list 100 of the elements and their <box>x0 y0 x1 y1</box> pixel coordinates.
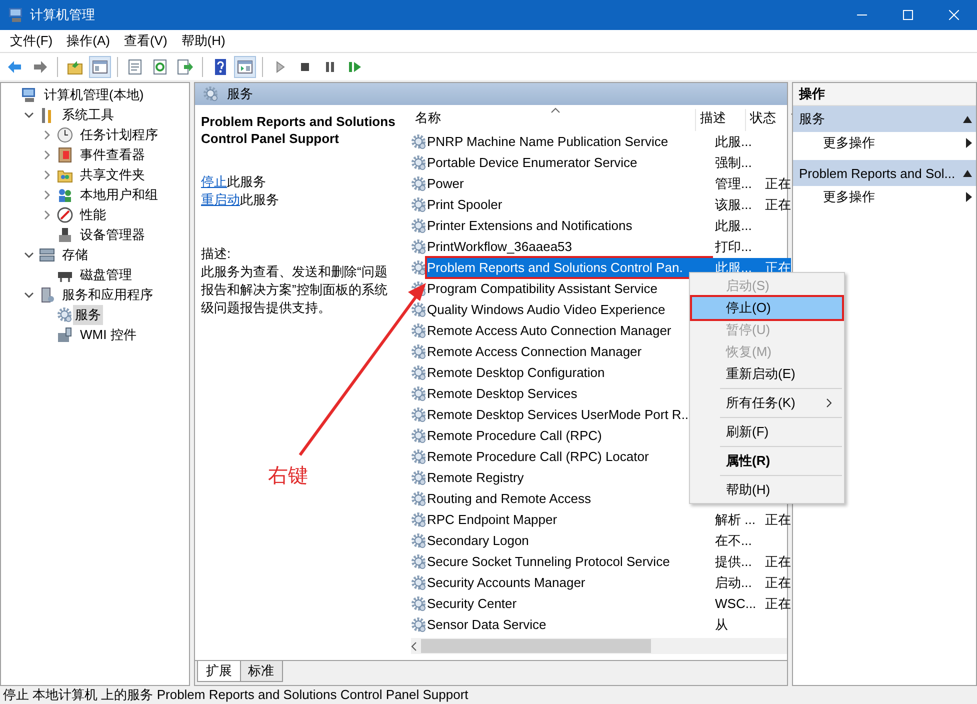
gear-icon <box>57 307 73 323</box>
table-cell-text: 此服... <box>714 132 753 150</box>
gear-icon <box>411 470 427 486</box>
sort-caret-icon <box>551 107 560 113</box>
table-cell-text: 该服... <box>714 196 753 214</box>
menu-item[interactable]: 停止(O) <box>692 297 842 319</box>
service-name[interactable]: PNRP Machine Name Publication Service <box>427 132 711 151</box>
tree-item[interactable]: 本地用户和组 <box>78 185 160 205</box>
service-name[interactable]: Power <box>427 174 711 193</box>
table-cell-text: 解析 ... <box>714 510 756 528</box>
tree-item[interactable]: 磁盘管理 <box>78 265 134 285</box>
service-name[interactable]: RPC Endpoint Mapper <box>427 510 711 529</box>
section-header[interactable]: Problem Reports and Sol... <box>793 160 976 186</box>
panel-title: 服务 <box>227 85 253 103</box>
window-title: 计算机管理 <box>30 6 96 24</box>
menu-item[interactable]: 文件(F) <box>3 32 60 50</box>
users-icon <box>57 187 73 203</box>
gear-icon <box>411 134 427 150</box>
tab[interactable]: 标准 <box>239 661 283 682</box>
gear-icon <box>411 428 427 444</box>
properties-icon <box>126 58 144 76</box>
clock-icon <box>57 127 73 143</box>
toolbar-button[interactable] <box>89 56 111 78</box>
gear-icon <box>411 386 427 402</box>
tab[interactable]: 扩展 <box>197 661 241 682</box>
app-icon <box>8 7 24 23</box>
action-item[interactable]: 更多操作 <box>793 132 976 154</box>
table-cell-text: 正在 <box>764 594 791 612</box>
tree-item[interactable]: 系统工具 <box>60 105 116 125</box>
service-action: 重启动此服务 <box>201 191 280 209</box>
service-name[interactable]: Security Accounts Manager <box>427 573 711 592</box>
table-cell-text: 从 <box>714 616 729 634</box>
gear-icon <box>411 344 427 360</box>
tree-item[interactable]: 存储 <box>60 245 90 265</box>
computer-icon <box>21 87 37 103</box>
table-cell-text: 正在 <box>764 174 791 192</box>
service-name[interactable]: Print Spooler <box>427 195 711 214</box>
service-name[interactable]: Secure Socket Tunneling Protocol Service <box>427 552 711 571</box>
table-cell-text: 正在 <box>764 510 791 528</box>
gear-icon <box>411 616 427 632</box>
maximize-icon <box>903 10 913 20</box>
tree-item[interactable]: 共享文件夹 <box>78 165 147 185</box>
toolbar-button[interactable] <box>234 56 256 78</box>
server-icon <box>39 287 55 303</box>
tree-item[interactable]: 计算机管理(本地) <box>42 85 146 105</box>
tree-item[interactable]: 事件查看器 <box>78 145 147 165</box>
export-icon <box>176 58 194 76</box>
gear-icon <box>411 596 427 612</box>
column-header[interactable]: 名称 <box>411 109 695 131</box>
action-item[interactable]: 更多操作 <box>793 186 976 208</box>
service-name[interactable]: PrintWorkflow_36aaea53 <box>427 237 711 256</box>
gauge-icon <box>57 207 73 223</box>
service-name[interactable]: Problem Reports and Solutions Control Pan. <box>427 258 711 277</box>
table-cell-text: 提供... <box>714 552 753 570</box>
service-name[interactable]: Sensor Data Service <box>427 615 711 634</box>
tree-item[interactable]: 服务和应用程序 <box>60 285 155 305</box>
refresh-icon <box>151 58 169 76</box>
menu-item[interactable]: 刷新(F) <box>692 421 842 443</box>
gear-icon <box>411 302 427 318</box>
tree-item[interactable]: 设备管理器 <box>78 225 147 245</box>
service-name[interactable]: Printer Extensions and Notifications <box>427 216 711 235</box>
section-header[interactable]: 服务 <box>793 106 976 132</box>
service-name[interactable]: Security Center <box>427 594 711 613</box>
menu-item[interactable]: 操作(A) <box>60 32 117 50</box>
menu-item[interactable]: 所有任务(K) <box>692 392 842 414</box>
storage-icon <box>39 247 55 263</box>
menu-item[interactable]: 查看(V) <box>116 32 174 50</box>
wmi-icon <box>57 327 73 343</box>
menu-item[interactable]: 帮助(H) <box>692 479 842 501</box>
gear-icon <box>411 532 427 548</box>
gear-icon <box>411 512 427 528</box>
gear-icon <box>411 364 427 380</box>
menu-item[interactable]: 帮助(H) <box>174 32 232 50</box>
menu-item[interactable]: 重新启动(E) <box>692 363 842 385</box>
tree-item[interactable]: WMI 控件 <box>78 325 138 345</box>
action-link[interactable]: 停止 <box>201 174 227 189</box>
chevron-icon <box>826 398 832 408</box>
gear-icon <box>411 218 427 234</box>
gear-icon <box>411 154 427 170</box>
column-header[interactable]: 状态 <box>745 109 775 131</box>
table-cell-text: 管理... <box>714 174 753 192</box>
column-header[interactable]: 描述 <box>695 109 745 131</box>
scroll-left-icon <box>411 642 417 650</box>
tree-item[interactable]: 任务计划程序 <box>78 125 160 145</box>
service-name[interactable]: Portable Device Enumerator Service <box>427 153 711 172</box>
pane-title: 操作 <box>793 83 976 106</box>
gear-icon <box>411 238 427 254</box>
horizontal-scrollbar[interactable] <box>411 638 787 654</box>
menu-item[interactable]: 属性(R) <box>692 450 842 472</box>
gear-icon <box>411 322 427 338</box>
tree-item[interactable]: 服务 <box>73 305 103 325</box>
tree-item[interactable]: 性能 <box>78 205 108 225</box>
service-description: 此服务为查看、发送和删除“问题报告和解决方案”控制面板的系统级问题报告提供支持。 <box>201 263 388 317</box>
action-link[interactable]: 重启动 <box>201 192 240 207</box>
service-name[interactable]: Secondary Logon <box>427 531 711 550</box>
gear-icon <box>411 574 427 590</box>
table-cell-text: 打印... <box>714 238 753 256</box>
gear-icon <box>411 406 427 422</box>
close-icon <box>949 10 959 20</box>
gear-icon <box>411 196 427 212</box>
